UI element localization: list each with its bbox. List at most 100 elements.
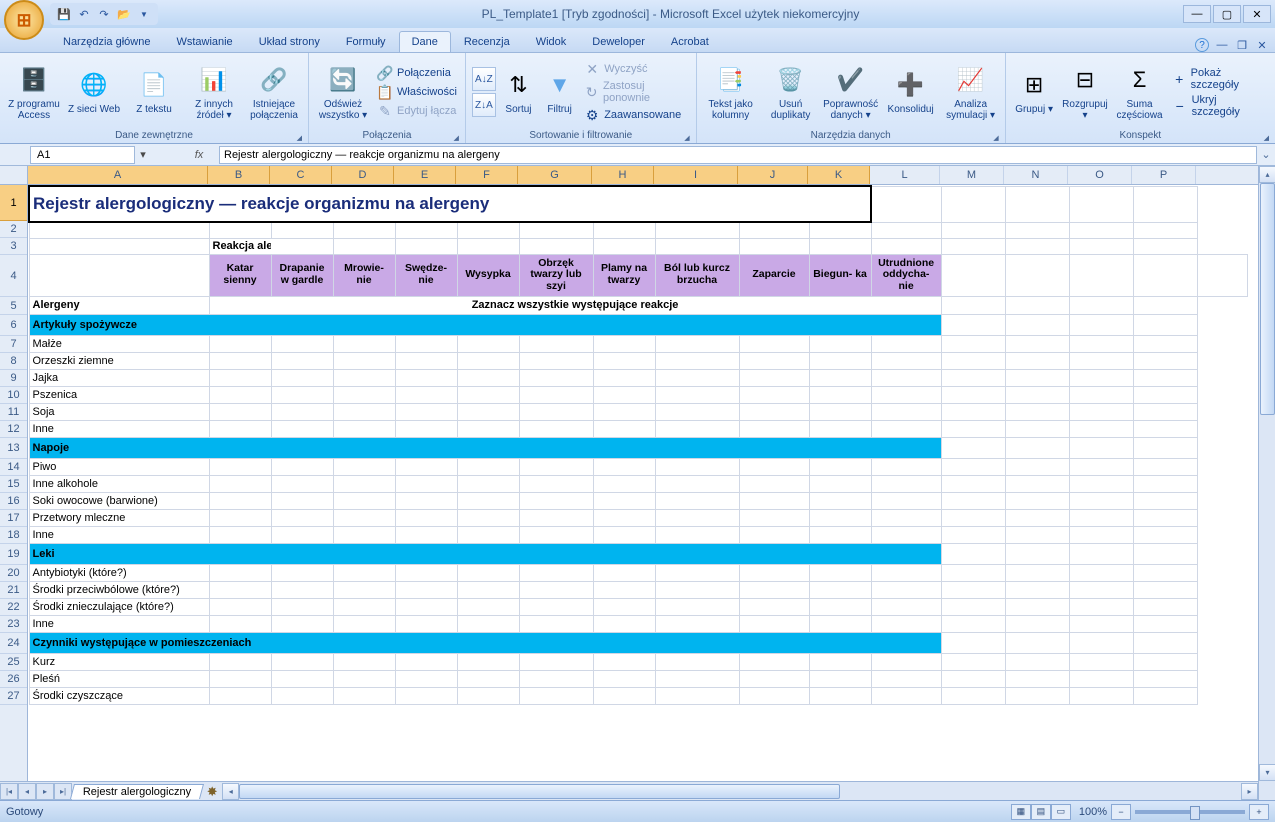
- cell[interactable]: [1069, 598, 1133, 615]
- cell[interactable]: [1005, 475, 1069, 492]
- cell[interactable]: [395, 492, 457, 509]
- ribbon-tab-narzędzia-główne[interactable]: Narzędzia główne: [50, 31, 163, 52]
- cell[interactable]: [1005, 296, 1069, 314]
- cell[interactable]: [655, 222, 739, 238]
- cell[interactable]: [1133, 653, 1197, 670]
- cell[interactable]: [593, 352, 655, 369]
- cell[interactable]: [395, 564, 457, 581]
- cell[interactable]: [1069, 475, 1133, 492]
- cell[interactable]: [593, 420, 655, 437]
- cell[interactable]: [941, 543, 1005, 564]
- cell[interactable]: [1005, 670, 1069, 687]
- cell[interactable]: [941, 615, 1005, 632]
- cell[interactable]: [871, 598, 941, 615]
- cell[interactable]: [1005, 186, 1069, 222]
- cell[interactable]: [1005, 615, 1069, 632]
- properties-button[interactable]: 📋Właściwości: [375, 83, 459, 101]
- from-web-button[interactable]: 🌐Z sieci Web: [66, 67, 122, 117]
- cell[interactable]: [519, 564, 593, 581]
- cell[interactable]: [333, 687, 395, 704]
- cell[interactable]: [655, 403, 739, 420]
- cell[interactable]: [941, 420, 1005, 437]
- cell[interactable]: [29, 238, 209, 254]
- col-header[interactable]: O: [1068, 166, 1132, 184]
- cell[interactable]: [941, 238, 1005, 254]
- cell[interactable]: [1005, 581, 1069, 598]
- cell[interactable]: [941, 352, 1005, 369]
- cell[interactable]: [333, 335, 395, 352]
- cell[interactable]: [1133, 403, 1197, 420]
- cell[interactable]: [457, 564, 519, 581]
- cell[interactable]: Orzeszki ziemne: [29, 352, 209, 369]
- cell[interactable]: [1133, 420, 1197, 437]
- cell[interactable]: [209, 615, 271, 632]
- cell[interactable]: [871, 222, 941, 238]
- from-text-button[interactable]: 📄Z tekstu: [126, 67, 182, 117]
- cell[interactable]: [1133, 458, 1197, 475]
- ungroup-button[interactable]: ⊟Rozgrupuj ▾: [1061, 62, 1110, 123]
- col-header[interactable]: L: [870, 166, 940, 184]
- cell[interactable]: [655, 598, 739, 615]
- cell[interactable]: [1069, 437, 1133, 458]
- cell[interactable]: [209, 581, 271, 598]
- col-header[interactable]: D: [332, 166, 394, 184]
- cell[interactable]: [871, 369, 941, 386]
- cell[interactable]: [333, 615, 395, 632]
- cell[interactable]: [809, 509, 871, 526]
- cell[interactable]: Obrzęk twarzy lub szyi: [519, 254, 593, 296]
- cell[interactable]: [871, 335, 941, 352]
- cell[interactable]: [593, 581, 655, 598]
- remove-duplicates-button[interactable]: 🗑️Usuń duplikaty: [763, 62, 819, 123]
- cell[interactable]: [1005, 403, 1069, 420]
- cell[interactable]: [271, 420, 333, 437]
- cell[interactable]: [1069, 653, 1133, 670]
- ribbon-tab-widok[interactable]: Widok: [523, 31, 580, 52]
- cell[interactable]: [941, 653, 1005, 670]
- cell[interactable]: [1133, 369, 1197, 386]
- cell[interactable]: [519, 509, 593, 526]
- cell[interactable]: [871, 458, 941, 475]
- cell[interactable]: [941, 564, 1005, 581]
- cell[interactable]: [271, 509, 333, 526]
- cell[interactable]: [809, 352, 871, 369]
- cell[interactable]: [1005, 335, 1069, 352]
- cell[interactable]: Plamy na twarzy: [593, 254, 655, 296]
- cell[interactable]: [1005, 492, 1069, 509]
- row-header[interactable]: 13: [0, 438, 27, 459]
- cell[interactable]: [395, 403, 457, 420]
- cell[interactable]: [271, 352, 333, 369]
- cell[interactable]: [395, 670, 457, 687]
- cell[interactable]: [395, 420, 457, 437]
- spreadsheet-grid[interactable]: ABCDEFGHIJKLMNOP 12345678910111213141516…: [0, 166, 1275, 800]
- cell[interactable]: [333, 458, 395, 475]
- ribbon-tab-dane[interactable]: Dane: [399, 31, 451, 52]
- cell[interactable]: [1133, 296, 1197, 314]
- cell[interactable]: [333, 238, 395, 254]
- cell[interactable]: [271, 458, 333, 475]
- cell[interactable]: [457, 369, 519, 386]
- cell[interactable]: [593, 335, 655, 352]
- ribbon-tab-recenzja[interactable]: Recenzja: [451, 31, 523, 52]
- cell[interactable]: Inne: [29, 420, 209, 437]
- cell[interactable]: [1197, 254, 1247, 296]
- new-sheet-button[interactable]: ✸: [202, 784, 222, 800]
- ribbon-tab-deweloper[interactable]: Deweloper: [579, 31, 658, 52]
- hscroll-left[interactable]: ◂: [222, 783, 239, 800]
- select-all-corner[interactable]: [0, 166, 28, 185]
- cell[interactable]: [271, 670, 333, 687]
- cell[interactable]: [395, 475, 457, 492]
- cell[interactable]: [209, 458, 271, 475]
- cell[interactable]: [209, 335, 271, 352]
- cell[interactable]: [209, 420, 271, 437]
- cell[interactable]: [739, 670, 809, 687]
- help-icon[interactable]: ?: [1195, 38, 1209, 52]
- cell[interactable]: Rejestr alergologiczny — reakcje organiz…: [29, 186, 871, 222]
- cell[interactable]: [941, 335, 1005, 352]
- row-header[interactable]: 25: [0, 654, 27, 671]
- cell[interactable]: [395, 238, 457, 254]
- cell[interactable]: [333, 222, 395, 238]
- cell[interactable]: [871, 526, 941, 543]
- cell[interactable]: [739, 420, 809, 437]
- open-icon[interactable]: 📂: [116, 6, 132, 22]
- cell[interactable]: [519, 386, 593, 403]
